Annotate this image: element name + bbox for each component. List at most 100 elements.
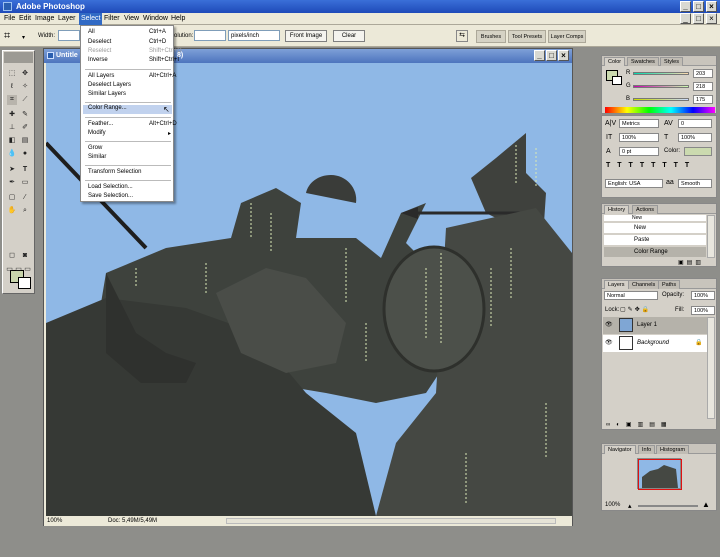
tab-color[interactable]: Color (604, 57, 626, 66)
blur-icon[interactable]: 💧 (7, 149, 17, 159)
language-select[interactable]: English: USA (605, 179, 663, 188)
dodge-icon[interactable]: ● (20, 149, 30, 159)
clone-stamp-icon[interactable]: ⊥ (7, 123, 17, 133)
screen-mode-1-icon[interactable]: ▭ (5, 265, 14, 275)
menu-file[interactable]: File (4, 15, 15, 22)
menu-window[interactable]: Window (143, 15, 168, 22)
green-value[interactable]: 218 (693, 82, 713, 91)
layer-comps-tab[interactable]: Layer Comps (548, 30, 586, 43)
minimize-icon[interactable]: _ (680, 1, 691, 12)
close-icon[interactable]: × (706, 1, 717, 12)
doc-close-icon[interactable]: × (706, 13, 717, 24)
menu-filter[interactable]: Filter (104, 15, 120, 22)
crop-icon[interactable]: ⌗ (4, 29, 20, 43)
front-image-button[interactable]: Front Image (285, 30, 327, 42)
gradient-icon[interactable]: ▤ (20, 136, 30, 146)
palette-well-icon[interactable]: ⇆ (456, 30, 468, 42)
zoom-level[interactable]: 100% (47, 518, 62, 524)
opacity-field[interactable]: 100% (691, 291, 715, 300)
menu-item-inverse[interactable]: Inverse Shift+Ctrl+I (88, 57, 179, 66)
vertical-scale-field[interactable]: 100% (619, 133, 659, 142)
layer-row-layer-1[interactable]: 👁 Layer 1 (603, 317, 707, 334)
menu-item-similar[interactable]: Similar (88, 154, 106, 163)
dropdown-arrow-icon[interactable]: ▾ (22, 34, 25, 41)
tab-navigator[interactable]: Navigator (604, 445, 636, 454)
layer-row-background[interactable]: 👁 Background 🔒 (603, 335, 707, 352)
menu-select[interactable]: Select (79, 13, 103, 25)
baseline-field[interactable]: 0 pt (619, 147, 659, 156)
path-selection-icon[interactable]: ➤ (7, 165, 17, 175)
red-slider[interactable] (633, 72, 689, 75)
eye-icon[interactable]: 👁 (605, 321, 613, 328)
zoom-icon[interactable]: ⌕ (20, 206, 30, 216)
pen-icon[interactable]: ✒ (7, 178, 17, 188)
green-slider[interactable] (633, 85, 689, 88)
menu-image[interactable]: Image (35, 15, 54, 22)
history-scrollbar[interactable] (707, 215, 715, 258)
tab-channels[interactable]: Channels (628, 280, 660, 289)
color-spectrum-bar[interactable] (605, 107, 715, 113)
red-value[interactable]: 203 (693, 69, 713, 78)
horizontal-scale-field[interactable]: 100% (678, 133, 712, 142)
history-brush-icon[interactable]: ✐ (20, 123, 30, 133)
layers-footer-icons[interactable]: ∞◐▣▥▤▦ (606, 421, 673, 428)
menu-item-all-layers[interactable]: All Layers Alt+Ctrl+A (88, 73, 176, 82)
notes-icon[interactable]: ▢ (7, 193, 17, 203)
navigator-view-box[interactable] (638, 459, 682, 490)
standard-mode-icon[interactable]: ◻ (7, 251, 17, 261)
fill-field[interactable]: 100% (691, 306, 715, 315)
history-item[interactable]: New (604, 215, 706, 221)
maximize-icon[interactable]: □ (693, 1, 704, 12)
history-item[interactable]: New (604, 223, 706, 233)
magic-wand-icon[interactable]: ✧ (20, 82, 30, 92)
blue-slider[interactable] (633, 98, 689, 101)
lock-icons[interactable]: ▢✎✥🔒 (620, 306, 651, 313)
brushes-tab[interactable]: Brushes (476, 30, 506, 43)
tracking-field[interactable]: 0 (678, 119, 712, 128)
menu-item-save-selection[interactable]: Save Selection... (88, 193, 133, 202)
zoom-in-icon[interactable]: ▲ (702, 500, 710, 509)
resolution-field[interactable] (194, 30, 226, 41)
doc-window-maximize-icon[interactable]: □ (546, 50, 557, 61)
layer-name[interactable]: Background (637, 340, 669, 346)
blend-mode-select[interactable]: Normal (604, 291, 658, 300)
background-color-swatch[interactable] (18, 277, 31, 289)
menu-item-deselect-layers[interactable]: Deselect Layers (88, 82, 131, 91)
tab-actions[interactable]: Actions (632, 205, 659, 214)
eye-icon[interactable]: 👁 (605, 339, 613, 346)
resolution-units-select[interactable]: pixels/inch (228, 30, 280, 41)
tab-paths[interactable]: Paths (658, 280, 681, 289)
tab-styles[interactable]: Styles (660, 57, 683, 66)
tab-history[interactable]: History (604, 205, 630, 214)
clear-button[interactable]: Clear (333, 30, 365, 42)
navigator-zoom[interactable]: 100% (605, 502, 620, 508)
horizontal-scrollbar[interactable] (226, 518, 556, 524)
blue-value[interactable]: 175 (693, 95, 713, 104)
menu-item-feather[interactable]: Feather... Alt+Ctrl+D (88, 121, 177, 130)
width-field[interactable] (58, 30, 80, 41)
screen-mode-3-icon[interactable]: ▭ (23, 265, 32, 275)
kerning-field[interactable]: Metrics (619, 119, 659, 128)
menu-layer[interactable]: Layer (58, 15, 76, 22)
bg-color-preview[interactable] (612, 76, 622, 85)
menu-item-grow[interactable]: Grow (88, 145, 102, 154)
lasso-icon[interactable]: ℓ (7, 82, 17, 92)
tab-histogram[interactable]: Histogram (656, 445, 690, 454)
menu-edit[interactable]: Edit (19, 15, 31, 22)
shape-icon[interactable]: ▭ (20, 178, 30, 188)
type-icon[interactable]: T (20, 165, 30, 175)
hand-icon[interactable]: ✋ (7, 206, 17, 216)
screen-mode-2-icon[interactable]: ▭ (14, 265, 23, 275)
doc-minimize-icon[interactable]: _ (680, 13, 691, 24)
layers-scrollbar[interactable] (707, 317, 715, 419)
tab-swatches[interactable]: Swatches (627, 57, 659, 66)
menu-view[interactable]: View (124, 15, 139, 22)
doc-window-close-icon[interactable]: × (558, 50, 569, 61)
menu-item-transform-selection[interactable]: Transform Selection (88, 169, 141, 178)
text-color-swatch[interactable] (684, 147, 712, 156)
history-footer-icons[interactable]: ▣▤▥ (678, 259, 704, 266)
menu-item-deselect[interactable]: Deselect Ctrl+D (88, 39, 166, 48)
doc-window-minimize-icon[interactable]: _ (534, 50, 545, 61)
tool-presets-tab[interactable]: Tool Presets (508, 30, 546, 43)
history-item[interactable]: Paste (604, 235, 706, 245)
